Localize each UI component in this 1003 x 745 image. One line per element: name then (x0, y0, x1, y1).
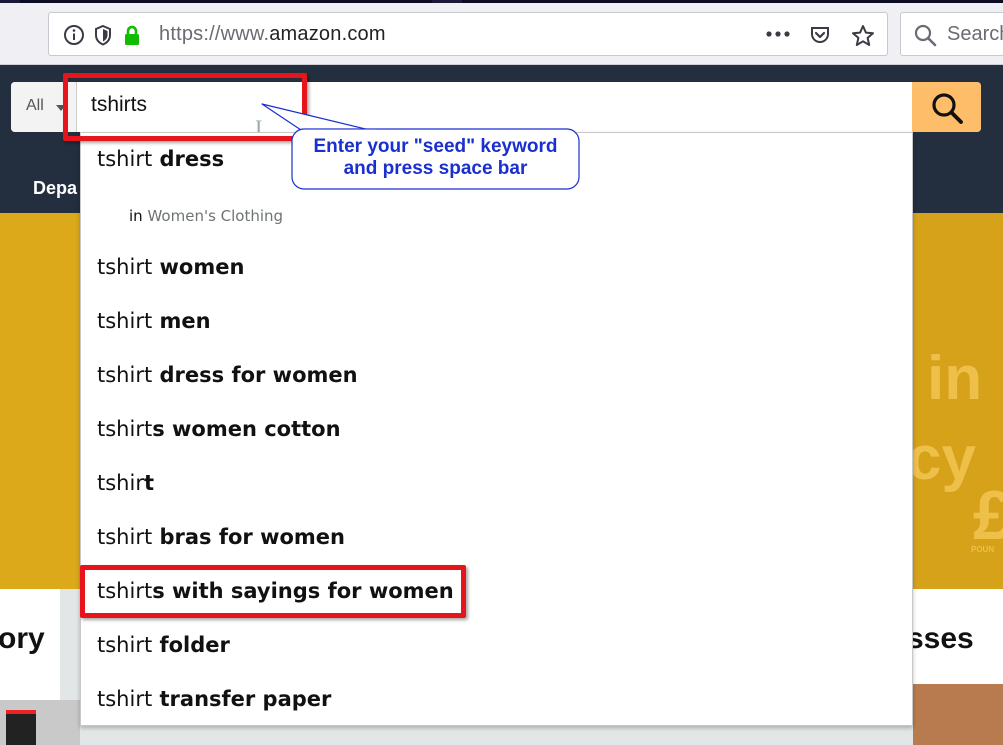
suggestion-item[interactable]: tshirt (97, 471, 154, 495)
search-button[interactable] (912, 82, 981, 132)
browser-search-bar[interactable]: Search (900, 12, 1003, 56)
magnifier-icon (932, 93, 963, 124)
url-domain: amazon.com (269, 23, 386, 45)
browser-toolbar: https://www.amazon.com Search (0, 3, 1003, 65)
suggestion-department[interactable]: in Women's Clothing (129, 207, 283, 225)
callout-text: Enter your "seed" keyword and press spac… (292, 132, 579, 189)
suggestion-item[interactable]: tshirt folder (97, 633, 230, 657)
hero-banner-right: in cy £ POUN (913, 213, 1003, 589)
info-icon[interactable] (63, 24, 85, 46)
url-protocol: https://www. (159, 23, 270, 45)
bookmark-star-icon[interactable] (851, 24, 874, 46)
callout-line: and press space bar (343, 158, 528, 179)
suggestion-item[interactable]: tshirt men (97, 309, 211, 333)
suggestion-item[interactable]: tshirt dress (97, 147, 224, 171)
input-highlight-box (63, 73, 307, 141)
hero-small-text: POUN (971, 545, 995, 554)
suggestion-item[interactable]: tshirt dress for women (97, 363, 358, 387)
pocket-icon[interactable] (809, 24, 831, 46)
hero-text: in (927, 344, 983, 413)
search-suggestions: tshirt dress in Women's Clothing tshirt … (80, 132, 913, 726)
card-title: ory (0, 622, 45, 655)
suggestion-item[interactable]: tshirt transfer paper (97, 687, 331, 711)
departments-nav[interactable]: Depa (33, 178, 77, 199)
department-label: All (26, 97, 44, 114)
address-bar[interactable]: https://www.amazon.com (48, 12, 888, 56)
hero-text: cy (913, 424, 976, 493)
lock-icon (121, 24, 143, 46)
suggestion-item[interactable]: tshirt bras for women (97, 525, 345, 549)
product-image (0, 700, 80, 745)
url-text: https://www.amazon.com (159, 23, 386, 46)
card-title: sses (907, 622, 974, 655)
suggestion-item[interactable]: tshirt women (97, 255, 244, 279)
suggestion-item[interactable]: tshirts women cotton (97, 417, 341, 441)
more-icon[interactable] (765, 26, 790, 48)
product-image (913, 684, 1003, 745)
search-icon (913, 23, 937, 51)
hero-text: £ (973, 476, 1003, 554)
suggestion-highlight-box (80, 565, 466, 618)
browser-search-placeholder: Search (947, 23, 1003, 45)
shield-icon[interactable] (92, 24, 114, 46)
callout-line: Enter your "seed" keyword (313, 136, 558, 157)
